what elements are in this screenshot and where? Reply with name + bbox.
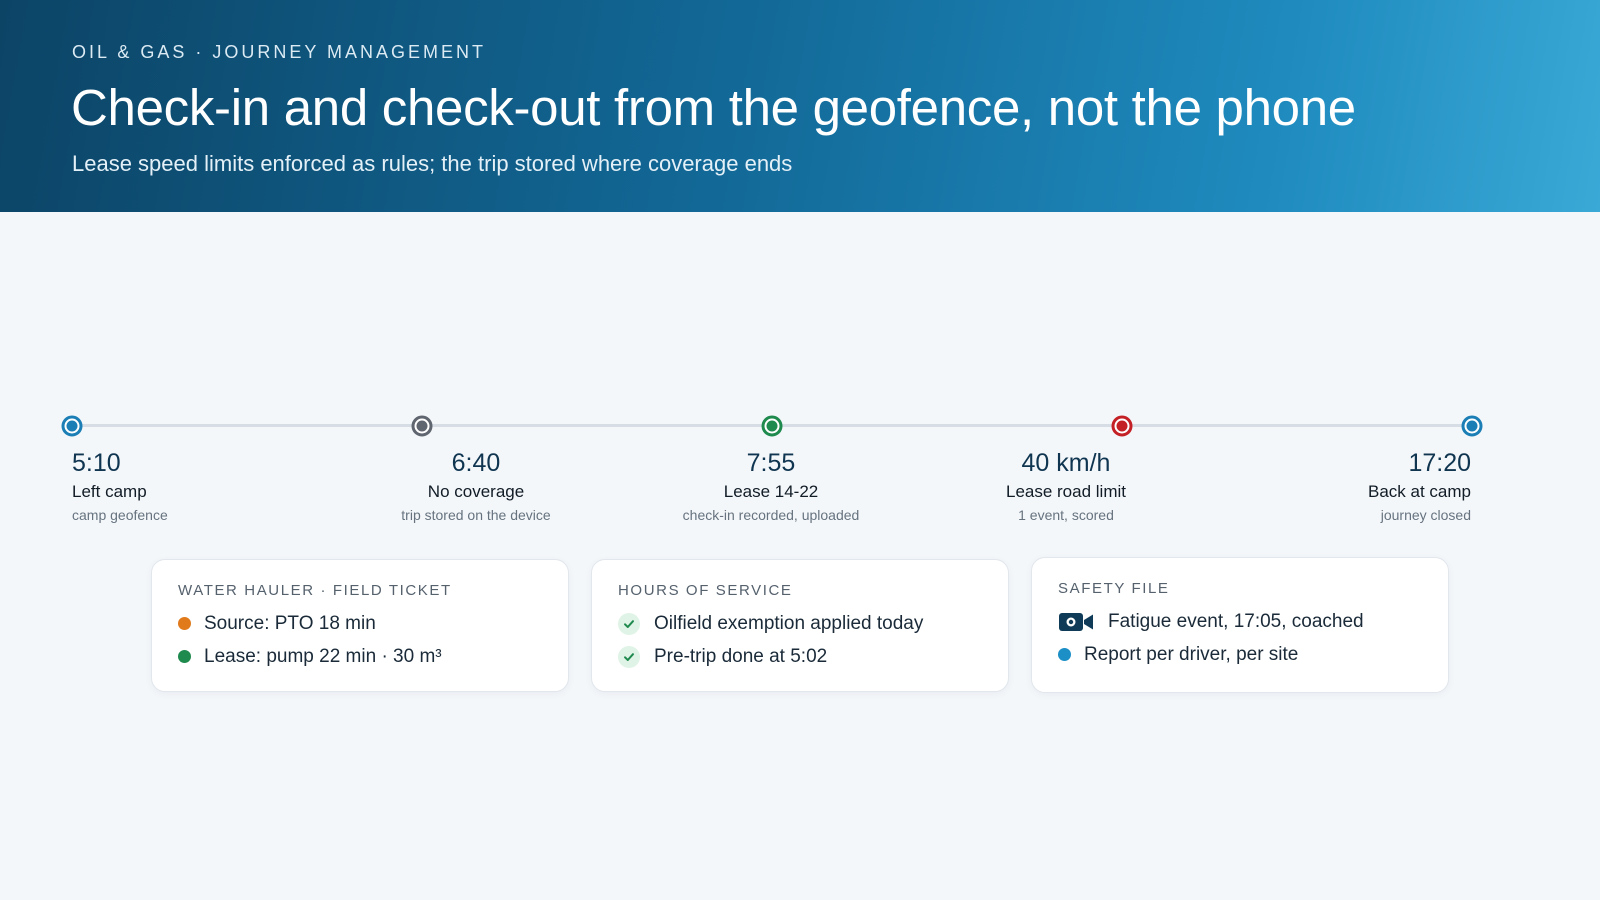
list-item: Report per driver, per site xyxy=(1058,638,1422,671)
stop-time: 7:55 xyxy=(746,449,796,477)
check-icon xyxy=(618,645,640,668)
timeline-node-lease[interactable] xyxy=(761,415,783,437)
timeline-node-left-camp[interactable] xyxy=(61,415,83,437)
stop-detail: 1 event, scored xyxy=(1018,507,1114,523)
row-text: Report per driver, per site xyxy=(1084,643,1299,665)
check-icon xyxy=(618,612,640,635)
stop-time: 40 km/h xyxy=(1021,449,1111,477)
card-title: HOURS OF SERVICE xyxy=(618,582,793,599)
timeline-node-back-at-camp[interactable] xyxy=(1461,415,1483,437)
timeline-stop-lease: 7:55 Lease 14-22 check-in recorded, uplo… xyxy=(651,448,891,525)
video-camera-icon xyxy=(1059,612,1093,631)
stop-detail: journey closed xyxy=(1380,507,1471,523)
list-item: Source: PTO 18 min xyxy=(178,607,542,640)
row-text: Lease: pump 22 min · 30 m³ xyxy=(204,645,442,667)
row-text: Source: PTO 18 min xyxy=(204,612,376,634)
header-banner: OIL & GAS · JOURNEY MANAGEMENT Check-in … xyxy=(0,0,1600,212)
timeline-node-speed-limit[interactable] xyxy=(1111,415,1133,437)
field-ticket-card[interactable]: WATER HAULER · FIELD TICKET Source: PTO … xyxy=(151,559,569,692)
stop-time: 5:10 xyxy=(72,449,121,477)
row-text: Fatigue event, 17:05, coached xyxy=(1108,610,1364,632)
timeline-stop-speed-limit: 40 km/h Lease road limit 1 event, scored xyxy=(946,448,1186,525)
list-item: Fatigue event, 17:05, coached xyxy=(1058,605,1422,638)
list-item: Oilfield exemption applied today xyxy=(618,607,982,640)
page-subtitle: Lease speed limits enforced as rules; th… xyxy=(72,151,793,176)
page-title: Check-in and check-out from the geofence… xyxy=(71,79,1356,136)
timeline-stop-no-coverage: 6:40 No coverage trip stored on the devi… xyxy=(356,448,596,525)
stop-label: Lease road limit xyxy=(1005,482,1126,501)
row-text: Oilfield exemption applied today xyxy=(654,612,924,634)
list-item: Pre-trip done at 5:02 xyxy=(618,640,982,673)
stop-label: Left camp xyxy=(72,482,147,501)
hours-of-service-card[interactable]: HOURS OF SERVICE Oilfield exemption appl… xyxy=(591,559,1009,692)
list-item: Lease: pump 22 min · 30 m³ xyxy=(178,640,542,673)
header-eyebrow: OIL & GAS · JOURNEY MANAGEMENT xyxy=(72,42,487,62)
card-title: WATER HAULER · FIELD TICKET xyxy=(178,582,452,599)
timeline-stop-back-at-camp: 17:20 Back at camp journey closed xyxy=(1231,448,1471,525)
stop-time: 17:20 xyxy=(1408,449,1471,477)
stop-detail: check-in recorded, uploaded xyxy=(682,507,860,523)
stop-label: Lease 14-22 xyxy=(723,482,819,501)
blue-dot-icon xyxy=(1058,648,1071,661)
stop-label: Back at camp xyxy=(1368,482,1471,501)
card-title: SAFETY FILE xyxy=(1058,580,1170,597)
row-text: Pre-trip done at 5:02 xyxy=(654,645,828,667)
timeline-node-no-coverage[interactable] xyxy=(411,415,433,437)
safety-file-card[interactable]: SAFETY FILE Fatigue event, 17:05, coache… xyxy=(1031,557,1449,693)
orange-dot-icon xyxy=(178,617,191,630)
stop-label: No coverage xyxy=(427,482,525,501)
stop-detail: trip stored on the device xyxy=(401,507,551,523)
stop-detail: camp geofence xyxy=(72,507,168,523)
stop-time: 6:40 xyxy=(451,449,501,477)
timeline-stop-left-camp: 5:10 Left camp camp geofence xyxy=(72,448,312,525)
green-dot-icon xyxy=(178,650,191,663)
